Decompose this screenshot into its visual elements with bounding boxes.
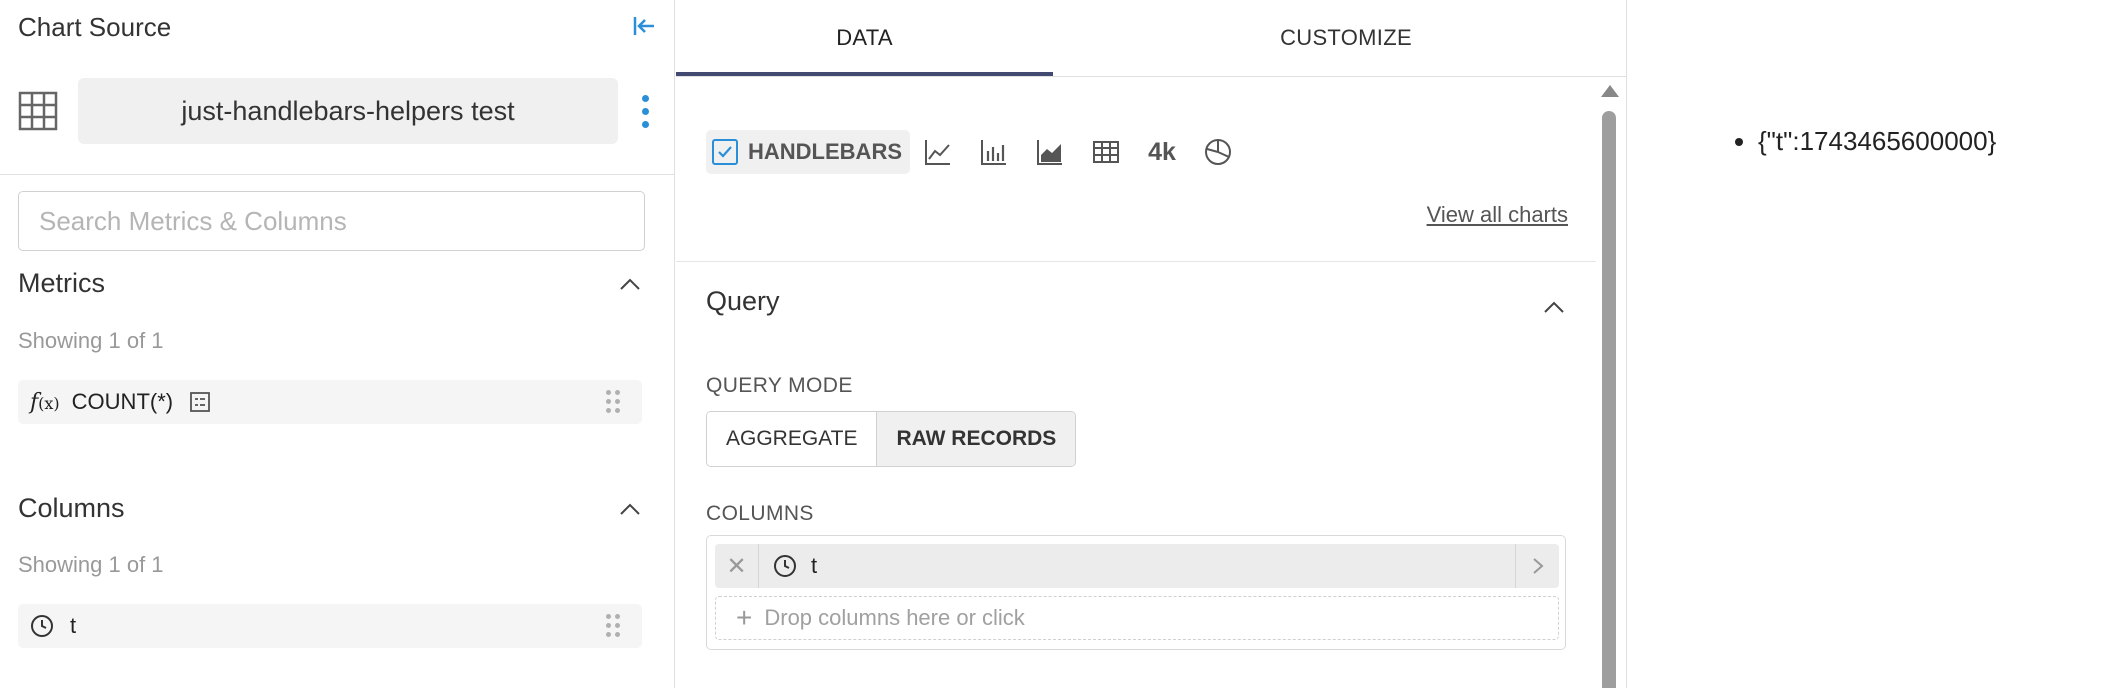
area-chart-icon[interactable] <box>1022 130 1078 174</box>
tab-data[interactable]: DATA <box>676 0 1053 76</box>
bar-chart-icon[interactable] <box>966 130 1022 174</box>
tab-customize[interactable]: CUSTOMIZE <box>1053 0 1626 76</box>
drop-columns-zone[interactable]: + Drop columns here or click <box>715 596 1559 640</box>
datasource-more-icon[interactable] <box>630 88 660 134</box>
table-icon <box>18 91 58 131</box>
checkbox-checked-icon <box>712 139 738 165</box>
table-chart-icon[interactable] <box>1078 130 1134 174</box>
drag-handle-icon[interactable] <box>606 390 620 414</box>
preview-list-item: {"t":1743465600000} <box>1758 126 1996 157</box>
column-chip[interactable]: ✕ t <box>715 544 1559 588</box>
divider <box>0 174 675 175</box>
query-mode-label: QUERY MODE <box>706 374 853 397</box>
metric-item[interactable]: f(x) COUNT(*) <box>18 380 642 424</box>
plus-icon: + <box>736 602 753 633</box>
scroll-up-arrow-icon[interactable] <box>1601 85 1619 97</box>
viz-handlebars-button[interactable]: HANDLEBARS <box>706 130 910 174</box>
column-item[interactable]: t <box>18 604 642 648</box>
metrics-showing-count: Showing 1 of 1 <box>18 328 164 353</box>
clock-icon <box>773 554 797 578</box>
clock-icon <box>30 614 54 638</box>
viz-type-row: HANDLEBARS 4k <box>706 130 1246 174</box>
chevron-up-icon[interactable] <box>1542 295 1566 319</box>
active-tab-indicator <box>676 72 1053 76</box>
drag-handle-icon[interactable] <box>606 614 620 638</box>
chart-source-panel: Chart Source just-handlebars-helpers tes… <box>0 0 675 688</box>
chevron-up-icon[interactable] <box>618 272 642 296</box>
chevron-right-icon[interactable] <box>1515 544 1559 588</box>
datasource-name-button[interactable]: just-handlebars-helpers test <box>78 78 618 144</box>
metric-info-icon[interactable] <box>189 391 211 413</box>
divider <box>676 261 1596 262</box>
columns-label: COLUMNS <box>706 502 814 525</box>
preview-list: {"t":1743465600000} <box>1730 126 1996 157</box>
datasource-row: just-handlebars-helpers test <box>18 78 656 144</box>
big-number-icon[interactable]: 4k <box>1134 130 1190 174</box>
metrics-section-title[interactable]: Metrics <box>18 268 105 299</box>
vertical-scrollbar[interactable] <box>1600 85 1619 688</box>
columns-dropzone-container: ✕ t + Drop columns here or click <box>706 535 1566 650</box>
chevron-up-icon[interactable] <box>618 497 642 521</box>
column-label: t <box>70 613 77 638</box>
query-mode-toggle: AGGREGATE RAW RECORDS <box>706 411 1077 467</box>
view-all-charts-link[interactable]: View all charts <box>1427 202 1568 228</box>
collapse-panel-icon[interactable] <box>630 12 658 40</box>
drop-columns-placeholder: Drop columns here or click <box>764 605 1025 630</box>
line-chart-icon[interactable] <box>910 130 966 174</box>
metric-label: COUNT(*) <box>71 389 174 414</box>
function-icon: f(x) <box>30 389 60 415</box>
query-section-title[interactable]: Query <box>706 286 780 317</box>
scrollbar-thumb[interactable] <box>1602 111 1616 688</box>
columns-showing-count: Showing 1 of 1 <box>18 552 164 577</box>
columns-section-title[interactable]: Columns <box>18 493 125 524</box>
remove-icon[interactable]: ✕ <box>715 544 759 588</box>
pie-chart-icon[interactable] <box>1190 130 1246 174</box>
raw-records-mode-button[interactable]: RAW RECORDS <box>876 412 1076 466</box>
column-chip-label: t <box>811 553 818 578</box>
explore-controls-panel: DATA CUSTOMIZE HANDLEBARS 4k View all ch… <box>676 0 1627 688</box>
viz-handlebars-label: HANDLEBARS <box>748 139 902 164</box>
aggregate-mode-button[interactable]: AGGREGATE <box>707 412 877 466</box>
chart-preview-panel: {"t":1743465600000} <box>1628 0 2112 688</box>
search-metrics-columns-input[interactable] <box>18 191 645 251</box>
chart-source-title: Chart Source <box>18 12 172 42</box>
tab-bar: DATA CUSTOMIZE <box>676 0 1626 77</box>
